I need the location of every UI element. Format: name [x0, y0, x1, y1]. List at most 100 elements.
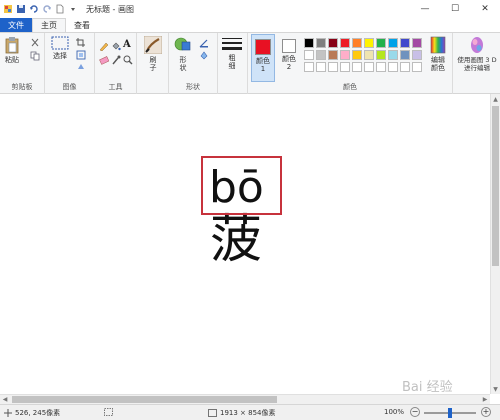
customize-toolbar-icon[interactable] [68, 4, 78, 14]
window-title: 无标题 - 画图 [86, 4, 134, 14]
paste-button[interactable]: 粘贴 [4, 36, 20, 64]
scroll-left-arrow-icon[interactable]: ◀ [0, 395, 10, 404]
fill-bucket-icon[interactable] [111, 41, 121, 51]
minimize-button[interactable]: — [410, 0, 440, 18]
brushes-label: 刷子 [149, 56, 157, 72]
shapes-icon [174, 37, 191, 51]
palette-swatch[interactable] [376, 62, 386, 72]
text-tool-icon[interactable]: A [123, 39, 133, 50]
copy-icon[interactable] [30, 51, 40, 61]
save-icon[interactable] [16, 4, 26, 14]
rotate-icon[interactable] [76, 62, 86, 72]
palette-swatch[interactable] [364, 38, 374, 48]
palette-swatch[interactable] [340, 50, 350, 60]
cursor-position: 526, 245像素 [4, 408, 60, 418]
color1-button[interactable]: 颜色 1 [251, 34, 275, 82]
palette-swatch[interactable] [304, 50, 314, 60]
shapes-group-label: 形状 [186, 83, 200, 91]
new-file-icon[interactable] [55, 4, 65, 14]
paint3d-label: 使用画图 3 D 进行编辑 [457, 56, 497, 72]
image-dimensions-text: 1913 × 854像素 [220, 409, 276, 417]
palette-swatch[interactable] [352, 62, 362, 72]
palette-swatch[interactable] [412, 50, 422, 60]
palette-swatch[interactable] [400, 38, 410, 48]
palette-swatch[interactable] [340, 38, 350, 48]
color1-swatch [255, 39, 271, 55]
select-button[interactable]: 选择 [51, 36, 69, 60]
horizontal-scroll-thumb[interactable] [12, 396, 277, 403]
brushes-button[interactable]: 刷子 [144, 36, 162, 72]
image-dimensions: 1913 × 854像素 [208, 408, 276, 418]
canvas-hanzi-text: 菠 [210, 210, 263, 270]
palette-swatch[interactable] [328, 38, 338, 48]
palette-swatch[interactable] [364, 50, 374, 60]
palette-swatch[interactable] [340, 62, 350, 72]
scroll-right-arrow-icon[interactable]: ▶ [480, 395, 490, 404]
crosshair-icon [4, 409, 12, 417]
line-width-icon [222, 38, 242, 50]
vertical-scroll-thumb[interactable] [492, 106, 499, 266]
palette-swatch[interactable] [388, 50, 398, 60]
tab-view[interactable]: 查看 [66, 18, 98, 32]
palette-swatch[interactable] [316, 50, 326, 60]
palette-swatch[interactable] [316, 62, 326, 72]
palette-swatch[interactable] [412, 62, 422, 72]
scroll-up-arrow-icon[interactable]: ▲ [491, 94, 500, 104]
shapes-label: 形状 [179, 56, 187, 72]
scroll-down-arrow-icon[interactable]: ▼ [491, 384, 500, 394]
color2-label: 颜色 2 [282, 55, 296, 71]
palette-swatch[interactable] [304, 62, 314, 72]
palette-swatch[interactable] [388, 62, 398, 72]
edit-colors-button[interactable]: 编辑颜色 [426, 36, 450, 72]
crop-icon[interactable] [76, 38, 86, 48]
color2-button[interactable]: 颜色 2 [278, 34, 300, 71]
quick-access-toolbar [0, 0, 78, 18]
palette-swatch[interactable] [364, 62, 374, 72]
select-icon [51, 36, 69, 50]
image-group: 选择 图像 [45, 33, 95, 94]
zoom-in-icon[interactable]: + [481, 407, 491, 417]
window-controls: — ☐ ✕ [410, 0, 500, 18]
palette-swatch[interactable] [376, 38, 386, 48]
undo-icon[interactable] [29, 4, 39, 14]
palette-swatch[interactable] [316, 38, 326, 48]
palette-swatch[interactable] [304, 38, 314, 48]
ribbon: 粘贴 剪贴板 选择 图像 A 工具 刷子 形状 形状 粗细 颜色 1 颜色 2 … [0, 32, 500, 94]
fill-icon[interactable] [199, 50, 209, 60]
palette-swatch[interactable] [352, 38, 362, 48]
colors-group-label: 颜色 [343, 83, 357, 91]
resize-icon[interactable] [76, 50, 86, 60]
palette-swatch[interactable] [352, 50, 362, 60]
zoom-level-text: 100% [384, 408, 405, 416]
tools-group-label: 工具 [108, 83, 123, 91]
pencil-icon[interactable] [99, 41, 109, 51]
brushes-group: 刷子 [137, 33, 169, 94]
paint3d-button[interactable]: 使用画图 3 D 进行编辑 [455, 36, 499, 72]
outline-icon[interactable] [199, 38, 209, 48]
palette-swatch[interactable] [400, 62, 410, 72]
tab-home[interactable]: 主页 [32, 18, 66, 32]
maximize-button[interactable]: ☐ [440, 0, 470, 18]
vertical-scrollbar[interactable]: ▲ ▼ [490, 94, 500, 394]
palette-swatch[interactable] [376, 50, 386, 60]
color-picker-icon[interactable] [111, 55, 121, 65]
zoom-slider-thumb[interactable] [448, 408, 452, 418]
palette-swatch[interactable] [388, 38, 398, 48]
image-size-icon [208, 409, 217, 417]
size-label: 粗细 [228, 54, 236, 70]
eraser-icon[interactable] [99, 55, 109, 65]
magnifier-icon[interactable] [123, 55, 133, 65]
close-button[interactable]: ✕ [470, 0, 500, 18]
size-button[interactable]: 粗细 [222, 36, 242, 70]
shapes-button[interactable]: 形状 [174, 36, 192, 72]
horizontal-scrollbar[interactable]: ◀ ▶ [0, 394, 490, 404]
zoom-out-icon[interactable]: − [410, 407, 420, 417]
redo-icon[interactable] [42, 4, 52, 14]
tab-file[interactable]: 文件 [0, 18, 32, 32]
cut-icon[interactable] [30, 38, 40, 48]
palette-swatch[interactable] [328, 62, 338, 72]
cursor-position-text: 526, 245像素 [15, 409, 61, 417]
palette-swatch[interactable] [412, 38, 422, 48]
palette-swatch[interactable] [400, 50, 410, 60]
palette-swatch[interactable] [328, 50, 338, 60]
